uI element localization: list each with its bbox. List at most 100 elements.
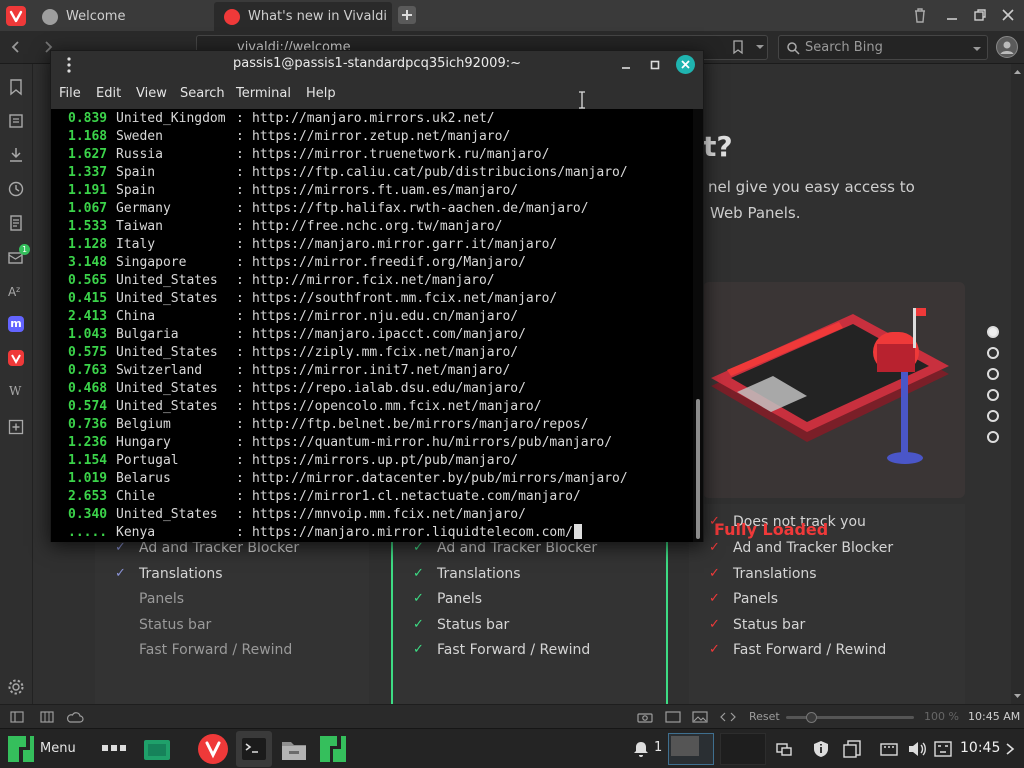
add-panel-icon[interactable] bbox=[7, 418, 25, 436]
chevron-down-icon[interactable] bbox=[971, 43, 983, 55]
files-taskbar-icon[interactable] bbox=[279, 734, 309, 764]
feature-label: Panels bbox=[437, 591, 483, 607]
menu-edit[interactable]: Edit bbox=[96, 86, 121, 101]
slide-dot[interactable] bbox=[987, 431, 999, 443]
bookmark-icon[interactable] bbox=[730, 39, 746, 55]
back-icon[interactable] bbox=[8, 39, 24, 55]
manjaro-hello-icon[interactable] bbox=[142, 734, 172, 764]
manjaro-settings-icon[interactable] bbox=[318, 734, 348, 764]
search-input[interactable]: Search Bing bbox=[778, 35, 988, 60]
history-icon[interactable] bbox=[7, 180, 25, 198]
slide-dot[interactable] bbox=[987, 368, 999, 380]
slide-dot[interactable] bbox=[987, 389, 999, 401]
window-icon[interactable] bbox=[665, 711, 681, 723]
tab-welcome[interactable]: Welcome bbox=[32, 2, 212, 31]
scroll-up-icon[interactable] bbox=[1013, 68, 1022, 76]
panel-toggle-icon[interactable] bbox=[10, 711, 24, 723]
cloud-sync-icon[interactable] bbox=[66, 711, 84, 723]
separator: : bbox=[236, 345, 244, 360]
notes-icon[interactable] bbox=[7, 214, 25, 232]
scroll-down-icon[interactable] bbox=[1013, 692, 1022, 700]
workspace-2[interactable] bbox=[720, 733, 766, 765]
downloads-icon[interactable] bbox=[7, 146, 25, 164]
mirror-url: http://mirror.fcix.net/manjaro/ bbox=[252, 273, 495, 288]
mirror-country: Bulgaria bbox=[116, 327, 179, 342]
reading-list-icon[interactable] bbox=[7, 112, 25, 130]
mirror-country: United_States bbox=[116, 507, 218, 522]
mirror-score: 1.191 bbox=[68, 183, 108, 198]
zoom-slider[interactable] bbox=[786, 712, 914, 723]
tile-tabs-icon[interactable] bbox=[40, 711, 54, 723]
separator: : bbox=[236, 237, 244, 252]
separator: : bbox=[236, 381, 244, 396]
terminal-line: 1.627 Russia: https://mirror.truenetwork.r… bbox=[51, 146, 693, 164]
terminal-titlebar[interactable]: passis1@passis1-standardpcq35ich92009:~ bbox=[51, 51, 703, 79]
terminal-taskbar-icon[interactable] bbox=[236, 731, 272, 767]
chevron-down-icon[interactable] bbox=[754, 41, 766, 53]
page-heading: t? bbox=[703, 130, 733, 163]
page-text-line: Web Panels. bbox=[710, 204, 801, 222]
menu-search[interactable]: Search bbox=[180, 86, 225, 101]
terminal-close-icon[interactable] bbox=[676, 55, 695, 74]
menu-view[interactable]: View bbox=[136, 86, 167, 101]
close-icon[interactable] bbox=[1000, 7, 1016, 23]
mastodon-icon[interactable]: m bbox=[8, 316, 24, 332]
terminal-line: ..... Kenya: https://manjaro.mirror.liquid… bbox=[51, 524, 693, 542]
vivaldi-menu-icon[interactable] bbox=[6, 6, 26, 26]
checkmark-icon: ✓ bbox=[709, 540, 720, 555]
volume-icon[interactable] bbox=[907, 740, 927, 758]
tab-bar: Welcome What's new in Vivaldi | Viva bbox=[0, 0, 1024, 31]
feature-label: Status bar bbox=[733, 617, 806, 633]
separator: : bbox=[236, 201, 244, 216]
slide-dot[interactable] bbox=[987, 347, 999, 359]
terminal-line: 1.154 Portugal: https://mirrors.up.pt/pub/… bbox=[51, 452, 693, 470]
terminal-maximize-icon[interactable] bbox=[649, 59, 661, 71]
keyboard-layout-icon[interactable] bbox=[934, 741, 952, 757]
terminal-window[interactable]: passis1@passis1-standardpcq35ich92009:~ … bbox=[50, 50, 704, 542]
image-icon[interactable] bbox=[692, 711, 708, 723]
show-desktop-icon[interactable] bbox=[102, 745, 126, 751]
translate-icon[interactable]: Az bbox=[7, 282, 25, 300]
slide-dot[interactable] bbox=[987, 410, 999, 422]
minimize-icon[interactable] bbox=[944, 7, 960, 23]
trash-icon[interactable] bbox=[912, 7, 928, 23]
info-icon[interactable] bbox=[812, 740, 830, 758]
manjaro-menu-button[interactable]: Menu bbox=[6, 734, 86, 764]
mirror-url: https://mirrors.up.pt/pub/manjaro/ bbox=[252, 453, 519, 468]
screen-layout-icon[interactable] bbox=[776, 741, 792, 757]
camera-icon[interactable] bbox=[637, 711, 653, 723]
taskbar-chevron-icon[interactable] bbox=[1004, 742, 1016, 756]
settings-gear-icon[interactable] bbox=[7, 678, 25, 696]
zoom-reset-button[interactable]: Reset bbox=[749, 710, 780, 723]
menu-terminal[interactable]: Terminal bbox=[236, 86, 291, 101]
zoom-slider-thumb[interactable] bbox=[806, 712, 817, 723]
workspace-1[interactable] bbox=[668, 733, 714, 765]
slide-dot[interactable] bbox=[987, 326, 999, 338]
terminal-output[interactable]: 0.839 United_Kingdom: http://manjaro.mirro… bbox=[51, 109, 693, 542]
vivaldi-taskbar-icon[interactable] bbox=[198, 734, 228, 764]
menu-file[interactable]: File bbox=[59, 86, 81, 101]
terminal-scrollbar[interactable] bbox=[693, 109, 703, 542]
separator: : bbox=[236, 435, 244, 450]
checkmark-icon: ✓ bbox=[709, 642, 720, 657]
feature-label: Panels bbox=[733, 591, 779, 607]
terminal-minimize-icon[interactable] bbox=[620, 59, 632, 71]
page-scrollbar[interactable] bbox=[1011, 64, 1024, 704]
bookmarks-icon[interactable] bbox=[7, 78, 25, 96]
terminal-scroll-thumb[interactable] bbox=[696, 399, 700, 539]
wikipedia-icon[interactable]: W bbox=[9, 384, 25, 400]
notifications-bell-icon[interactable] bbox=[632, 740, 650, 758]
mirror-url: https://ftp.caliu.cat/pub/distribucions/… bbox=[252, 165, 628, 180]
tab-whats-new[interactable]: What's new in Vivaldi | Viva bbox=[214, 2, 392, 31]
mirror-score: 1.154 bbox=[68, 453, 108, 468]
code-icon[interactable] bbox=[720, 711, 736, 723]
profile-avatar-icon[interactable] bbox=[996, 36, 1018, 58]
clipboard-icon[interactable] bbox=[842, 739, 862, 759]
vivaldi-panel-icon[interactable] bbox=[8, 350, 24, 366]
restore-icon[interactable] bbox=[972, 7, 988, 23]
menu-help[interactable]: Help bbox=[306, 86, 336, 101]
mirror-country: Switzerland bbox=[116, 363, 203, 378]
network-icon[interactable] bbox=[880, 741, 898, 757]
new-tab-icon[interactable] bbox=[398, 6, 416, 24]
taskbar: Menu 1 10:45 bbox=[0, 728, 1024, 768]
